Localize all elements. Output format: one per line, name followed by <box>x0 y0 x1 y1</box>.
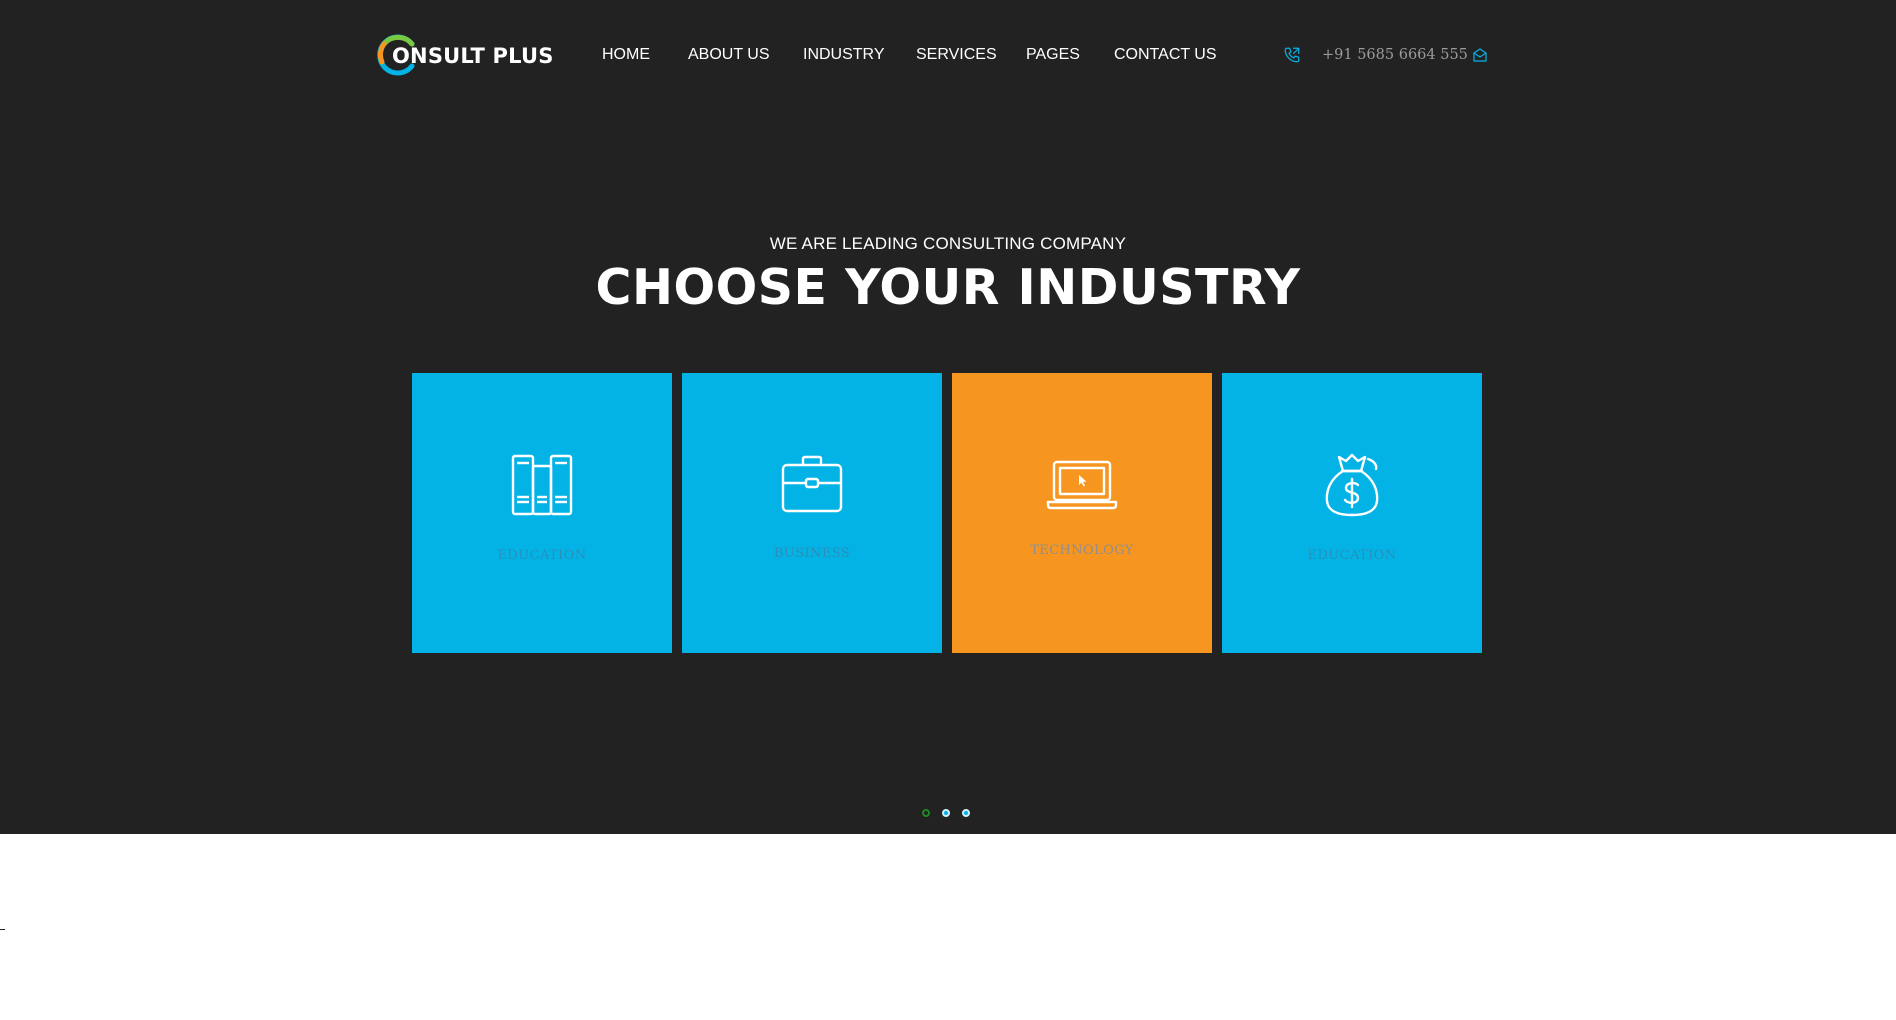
industry-card-business[interactable]: BUSINESS <box>682 373 942 653</box>
brand-name: ONSULT PLUS <box>392 44 554 68</box>
card-label: EDUCATION <box>497 548 587 563</box>
phone-icon[interactable] <box>1283 46 1301 64</box>
nav-item-services[interactable]: SERVICES <box>916 44 997 66</box>
industry-card-technology[interactable]: TECHNOLOGY <box>952 373 1212 653</box>
hero-section: ONSULT PLUS HOME ABOUT US INDUSTRY SERVI… <box>0 0 1896 834</box>
phone-number[interactable]: +91 5685 6664 555 <box>1322 44 1468 66</box>
money-bag-icon <box>1325 453 1379 517</box>
briefcase-icon <box>781 455 843 513</box>
industry-card-finance[interactable]: EDUCATION <box>1222 373 1482 653</box>
card-label: EDUCATION <box>1307 548 1397 563</box>
books-icon <box>511 454 573 516</box>
hero-title: CHOOSE YOUR INDUSTRY <box>595 259 1301 316</box>
industry-card-education[interactable]: EDUCATION <box>412 373 672 653</box>
stray-mark <box>0 929 5 930</box>
hero-subtitle: WE ARE LEADING CONSULTING COMPANY <box>769 234 1127 253</box>
card-label: BUSINESS <box>773 546 851 561</box>
slider-dot-2[interactable] <box>942 809 950 817</box>
nav-item-contact-us[interactable]: CONTACT US <box>1114 44 1217 66</box>
nav-item-industry[interactable]: INDUSTRY <box>803 44 885 66</box>
brand-logo[interactable]: ONSULT PLUS <box>376 32 554 78</box>
nav-item-about-us[interactable]: ABOUT US <box>688 44 770 66</box>
card-label: TECHNOLOGY <box>1030 543 1134 558</box>
nav-item-home[interactable]: HOME <box>602 44 650 66</box>
laptop-icon <box>1046 460 1118 510</box>
slider-dot-3[interactable] <box>962 809 970 817</box>
mail-icon[interactable] <box>1472 47 1488 63</box>
slider-dot-1[interactable] <box>922 809 930 817</box>
nav-item-pages[interactable]: PAGES <box>1026 44 1080 66</box>
